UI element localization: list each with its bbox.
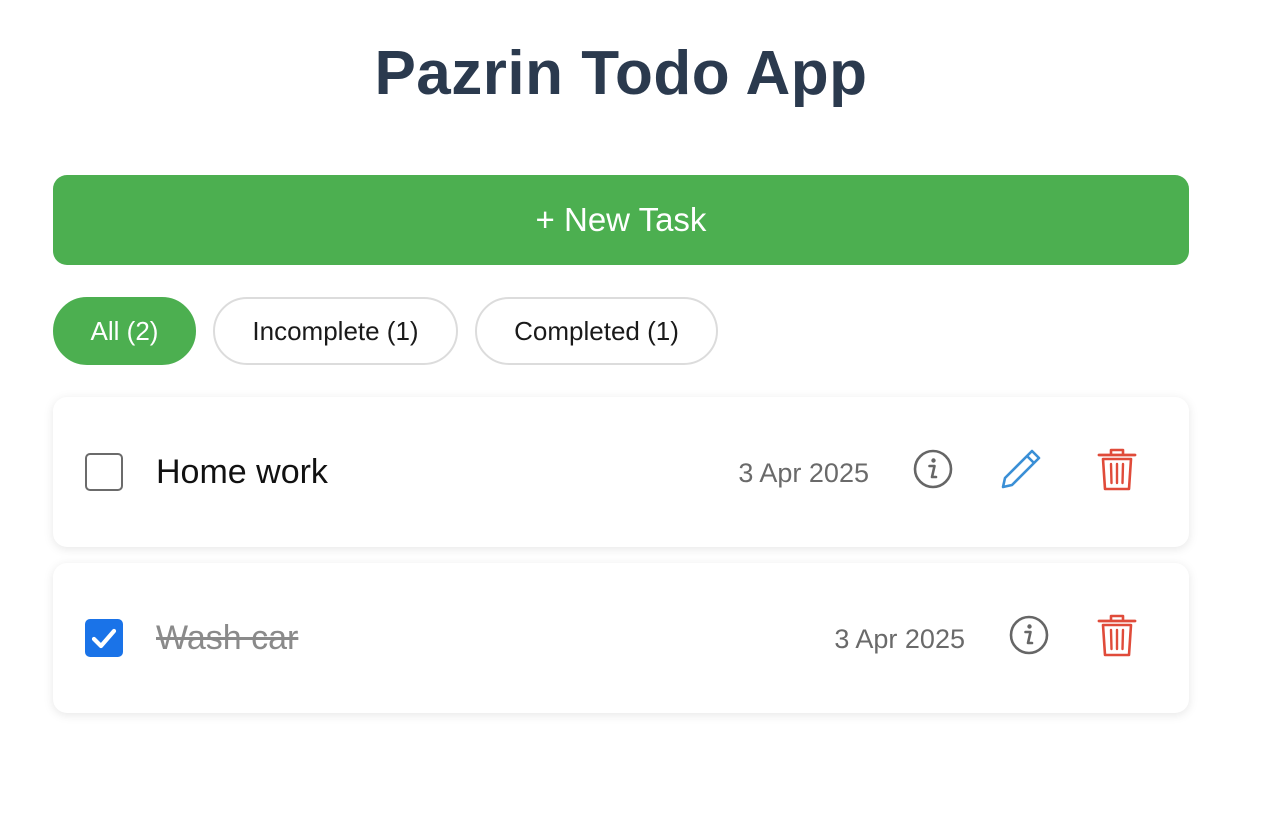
info-icon[interactable]: [909, 445, 957, 493]
pencil-icon[interactable]: [997, 445, 1045, 493]
trash-icon[interactable]: [1093, 611, 1141, 659]
trash-icon[interactable]: [1093, 445, 1141, 493]
task-title: Home work: [156, 453, 328, 491]
task-date: 3 Apr 2025: [738, 458, 869, 488]
checkmark-icon: [91, 628, 117, 649]
filter-all[interactable]: All (2): [53, 297, 196, 365]
task-checkbox[interactable]: [85, 453, 123, 491]
info-icon[interactable]: [1005, 611, 1053, 659]
filter-bar: All (2) Incomplete (1) Completed (1): [53, 297, 718, 365]
task-card: Wash car 3 Apr 2025: [53, 563, 1189, 713]
new-task-button[interactable]: + New Task: [53, 175, 1189, 265]
todo-app: Pazrin Todo App + New Task All (2) Incom…: [0, 0, 1278, 830]
filter-completed[interactable]: Completed (1): [475, 297, 718, 365]
task-title: Wash car: [156, 619, 299, 657]
filter-incomplete[interactable]: Incomplete (1): [213, 297, 458, 365]
task-date: 3 Apr 2025: [834, 624, 965, 654]
task-card: Home work 3 Apr 2025: [53, 397, 1189, 547]
task-checkbox[interactable]: [85, 619, 123, 657]
page-title: Pazrin Todo App: [374, 39, 868, 108]
